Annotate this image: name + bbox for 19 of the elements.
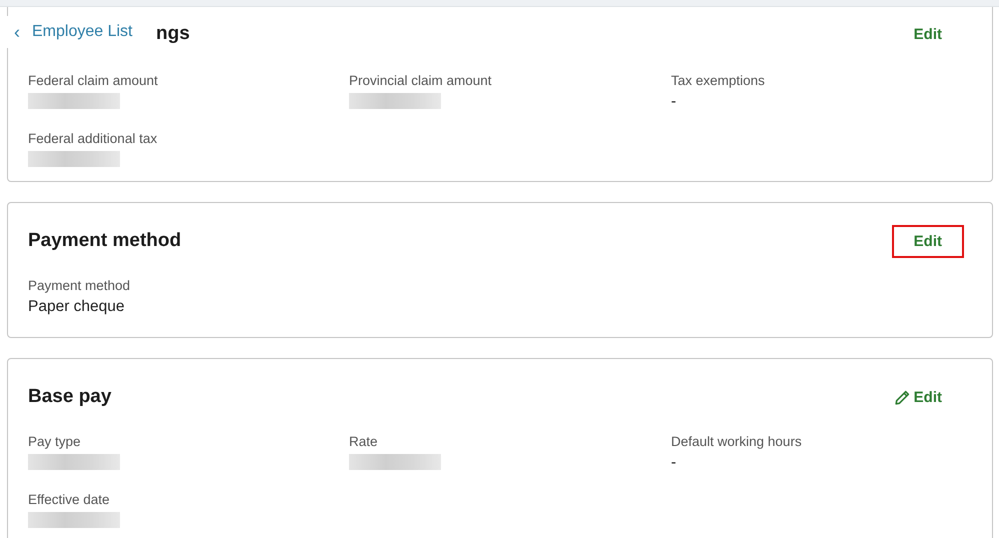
edit-button[interactable]: Edit [892,18,964,50]
field-value: - [671,93,678,111]
field-label: Tax exemptions [671,73,766,88]
edit-button[interactable]: Edit [892,224,964,258]
field-label: Effective date [28,492,111,507]
section-title: Payment method [28,230,182,252]
field-value: Paper cheque [28,298,126,316]
field-label: Federal additional tax [28,131,158,146]
field-label: Payment method [28,278,132,293]
field-value: - [671,454,678,472]
section-title: ngs [156,23,190,45]
section-title: Base pay [28,386,112,408]
field-label: Pay type [28,434,82,449]
pencil-icon [894,388,911,406]
field-label: Federal claim amount [28,73,159,88]
field-label: Provincial claim amount [349,73,493,88]
field-label: Rate [349,434,379,449]
edit-button[interactable]: Edit [872,380,964,414]
field-label: Default working hours [671,434,803,449]
